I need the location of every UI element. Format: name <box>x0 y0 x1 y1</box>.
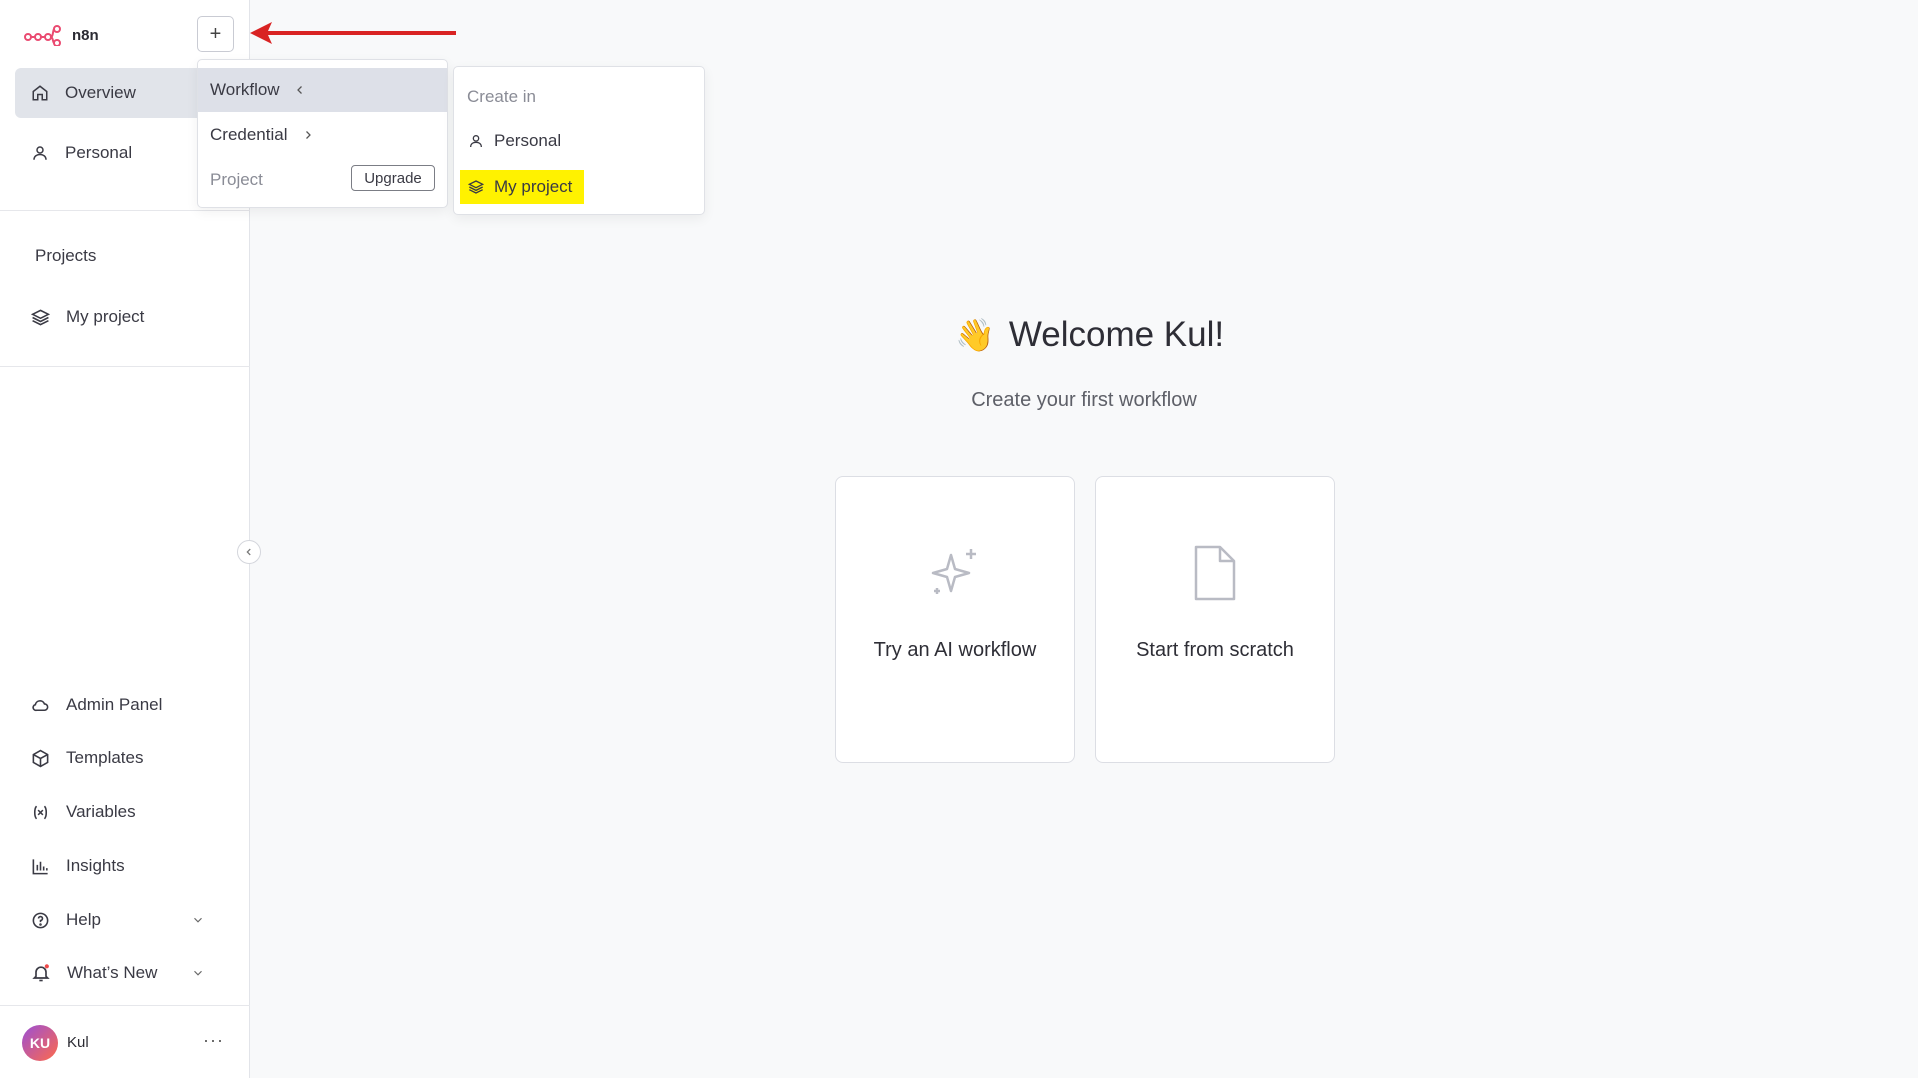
create-in-item-label: My project <box>494 177 573 196</box>
bar-chart-icon <box>32 858 48 874</box>
menu-item-label: Credential <box>210 125 288 144</box>
create-in-my-project[interactable]: My project <box>460 170 585 204</box>
logo[interactable]: n8n <box>24 24 99 46</box>
more-options-icon[interactable]: ··· <box>203 1030 224 1051</box>
create-menu: Workflow Credential Project Upgrade <box>197 59 448 208</box>
sidebar-item-whats-new[interactable]: What’s New <box>15 948 245 998</box>
create-in-title: Create in <box>467 87 536 106</box>
sidebar-item-label: My project <box>66 307 145 326</box>
sidebar-item-variables[interactable]: Variables <box>15 787 245 837</box>
home-icon <box>32 85 48 101</box>
projects-title: Projects <box>35 246 97 265</box>
divider <box>0 210 250 211</box>
wave-icon: 👋 <box>955 317 995 353</box>
sidebar-item-insights[interactable]: Insights <box>15 841 245 891</box>
card-label: Start from scratch <box>1136 639 1294 661</box>
user-icon <box>33 146 47 160</box>
sidebar-item-label: Overview <box>65 83 136 102</box>
user-name: Kul <box>67 1034 89 1051</box>
sidebar-item-templates[interactable]: Templates <box>15 733 245 783</box>
sidebar-item-label: Admin Panel <box>66 695 163 714</box>
sidebar-item-label: What’s New <box>67 963 158 982</box>
menu-item-credential[interactable]: Credential <box>198 113 447 157</box>
create-new-button[interactable]: + <box>197 16 234 52</box>
user-icon <box>470 135 482 148</box>
divider <box>0 366 250 367</box>
try-ai-workflow-card[interactable]: Try an AI workflow <box>835 476 1075 763</box>
layers-icon <box>31 308 50 326</box>
card-label: Try an AI workflow <box>873 639 1037 661</box>
welcome-subtitle: Create your first workflow <box>971 389 1197 411</box>
welcome-heading: 👋 Welcome Kul! <box>955 315 1224 355</box>
help-icon <box>32 912 49 928</box>
upgrade-button[interactable]: Upgrade <box>351 165 435 191</box>
user-menu[interactable]: KU Kul ··· <box>0 1005 250 1078</box>
sidebar-item-admin-panel[interactable]: Admin Panel <box>15 680 245 730</box>
box-icon <box>32 749 49 767</box>
create-in-personal[interactable]: Personal <box>460 124 573 158</box>
annotation-arrow-icon <box>250 22 456 44</box>
start-from-scratch-card[interactable]: Start from scratch <box>1095 476 1335 763</box>
welcome-text: Welcome Kul! <box>1008 315 1225 354</box>
create-in-menu: Create in Personal My project <box>453 66 705 215</box>
n8n-logo-icon <box>24 25 61 46</box>
chevron-down-icon <box>194 970 202 976</box>
sparkle-icon <box>931 549 976 594</box>
chevron-right-icon <box>305 131 311 139</box>
variable-icon <box>33 805 48 819</box>
avatar[interactable]: KU <box>22 1025 58 1061</box>
create-in-item-label: Personal <box>494 131 562 150</box>
chevron-left-icon <box>246 548 251 556</box>
menu-item-label: Project <box>210 170 263 189</box>
sidebar-item-label: Variables <box>66 802 136 821</box>
layers-icon <box>468 180 484 194</box>
menu-item-label: Workflow <box>210 80 280 99</box>
card-icon-wrap <box>836 543 1074 603</box>
card-icon-wrap <box>1096 543 1334 603</box>
chevron-left-icon <box>296 86 302 94</box>
app-name: n8n <box>72 26 99 44</box>
bell-icon <box>32 964 50 982</box>
file-icon <box>1194 545 1236 601</box>
sidebar-item-label: Templates <box>66 748 144 767</box>
collapse-sidebar-button[interactable] <box>237 540 261 564</box>
cloud-icon <box>32 699 49 711</box>
sidebar-item-my-project[interactable]: My project <box>15 292 245 342</box>
sidebar-item-label: Help <box>66 910 101 929</box>
sidebar-item-help[interactable]: Help <box>15 895 245 945</box>
menu-item-workflow[interactable]: Workflow <box>198 68 447 112</box>
sidebar-item-label: Personal <box>65 143 133 162</box>
sidebar-item-label: Insights <box>66 856 125 875</box>
chevron-down-icon <box>194 917 202 923</box>
